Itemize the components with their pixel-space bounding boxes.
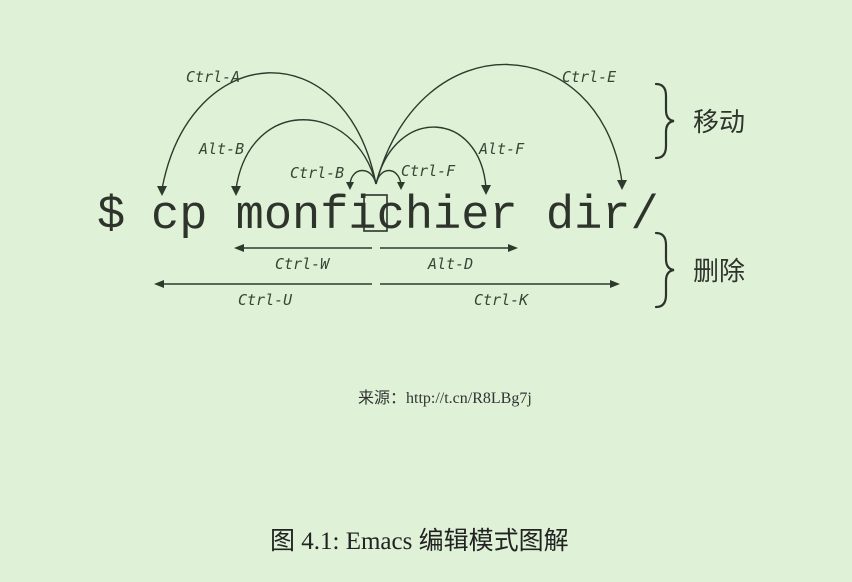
source-text: 来源：http://t.cn/R8LBg7j <box>358 389 532 407</box>
label-ctrl-f: Ctrl-F <box>401 162 456 180</box>
label-ctrl-e: Ctrl-E <box>562 68 616 86</box>
arrowhead-ctrl-u <box>154 280 164 288</box>
brace-delete <box>654 231 675 309</box>
command-prompt: $ <box>97 190 125 243</box>
label-ctrl-w: Ctrl-W <box>275 255 331 273</box>
label-ctrl-k: Ctrl-K <box>474 291 529 309</box>
label-alt-d: Alt-D <box>427 255 473 273</box>
arrowhead-ctrl-f <box>397 182 405 190</box>
arrowhead-ctrl-k <box>610 280 620 288</box>
arrowhead-ctrl-e <box>617 180 627 190</box>
arrowhead-alt-d <box>508 244 518 252</box>
arrowhead-ctrl-w <box>234 244 244 252</box>
label-ctrl-b: Ctrl-B <box>290 164 344 182</box>
brace-move <box>654 82 675 160</box>
group-label-delete: 删除 <box>693 257 745 287</box>
arrowhead-ctrl-b <box>346 182 354 190</box>
deletion-arrows <box>154 244 620 288</box>
group-label-move: 移动 <box>693 108 745 138</box>
label-alt-b: Alt-B <box>198 140 244 158</box>
figure-caption: 图 4.1: Emacs 编辑模式图解 <box>270 527 569 555</box>
command-text: cp monfichier dir/ <box>151 190 659 243</box>
label-ctrl-u: Ctrl-U <box>238 291 293 309</box>
label-alt-f: Alt-F <box>478 140 525 158</box>
label-ctrl-a: Ctrl-A <box>186 68 240 86</box>
emacs-keybinding-diagram: Ctrl-A Ctrl-E Alt-B Alt-F Ctrl-B Ctrl-F … <box>97 63 745 555</box>
